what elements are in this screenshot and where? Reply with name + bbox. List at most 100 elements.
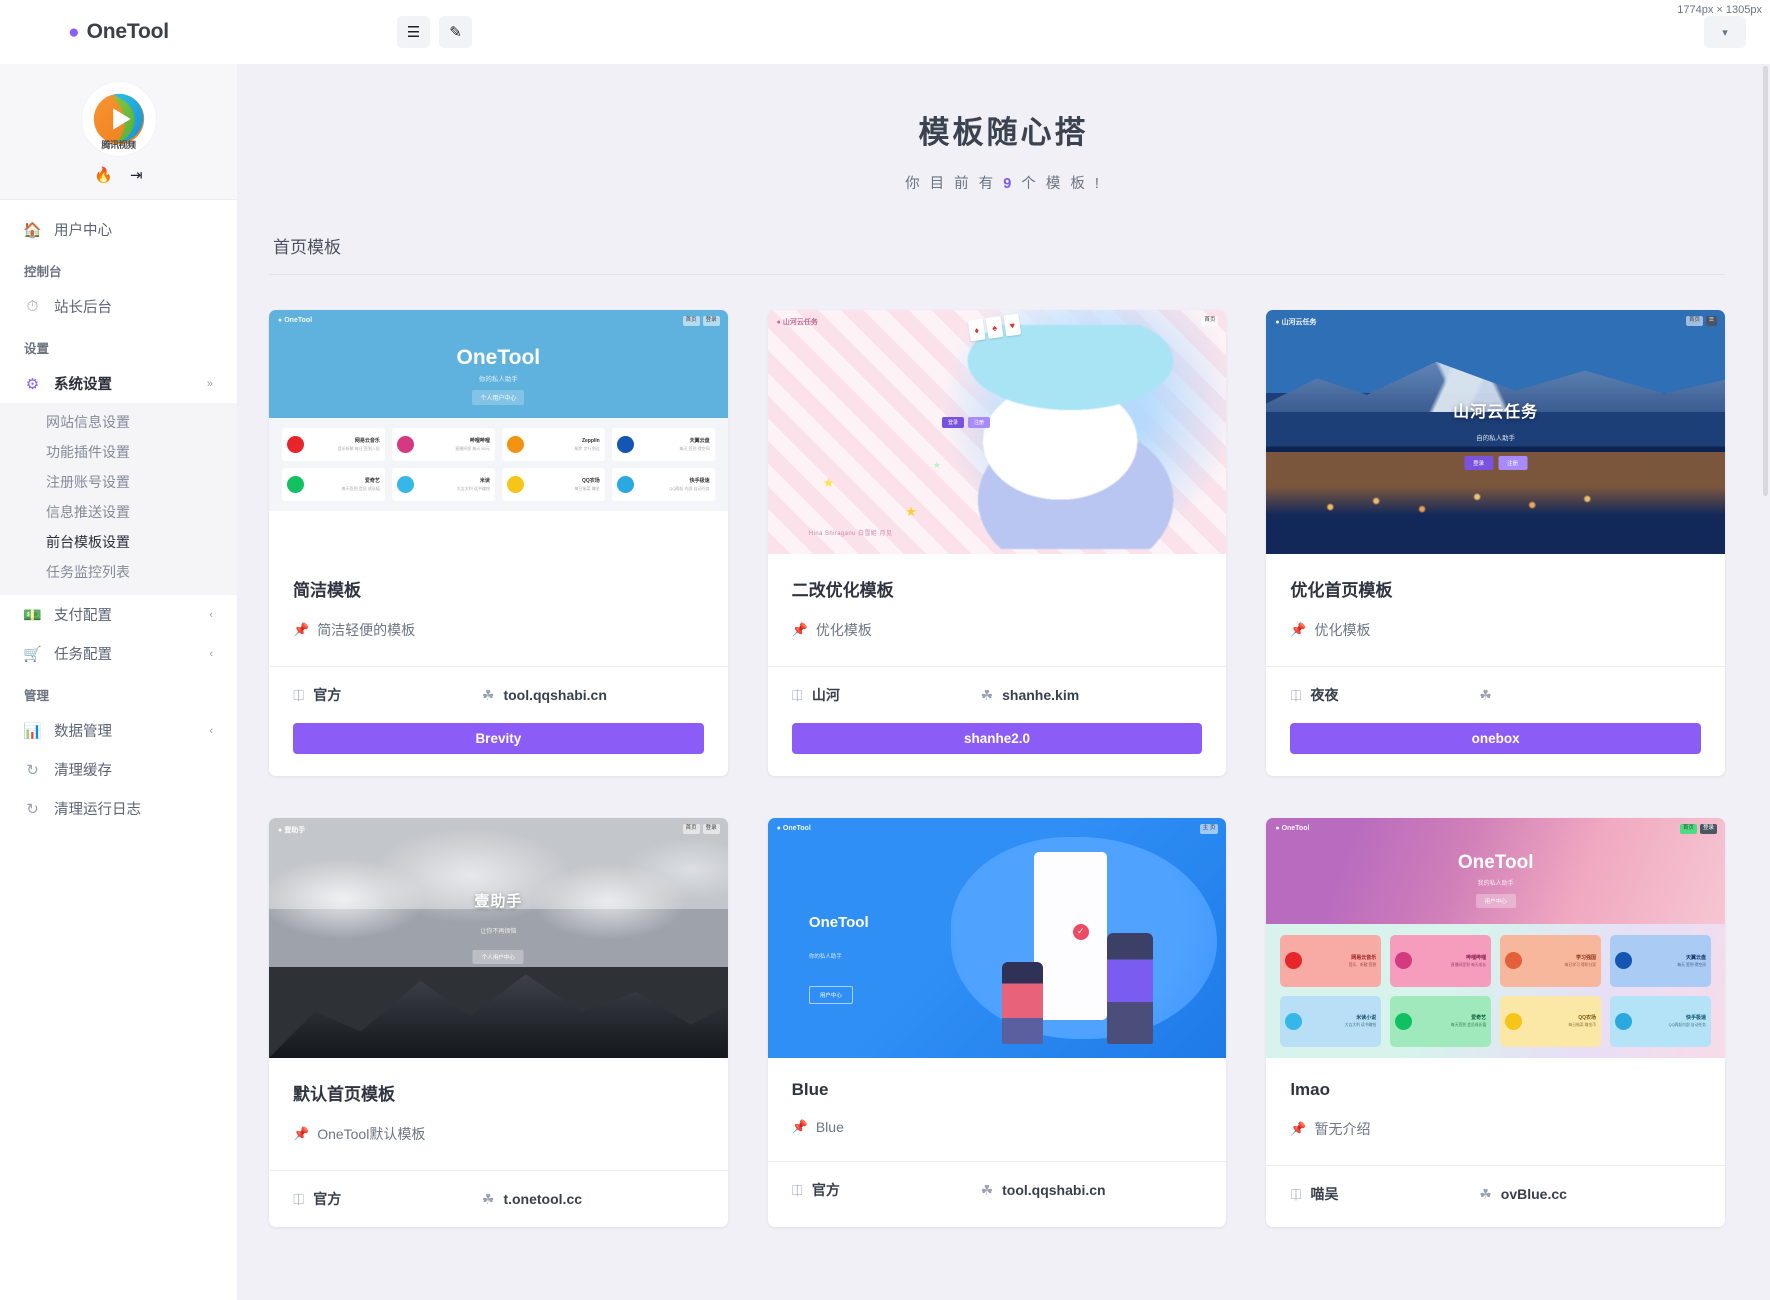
template-domain-text: t.onetool.cc xyxy=(503,1191,583,1207)
sidebar-item-user-center[interactable]: 🏠 用户中心 xyxy=(0,210,237,249)
bar-chart-icon: 📊 xyxy=(23,722,42,740)
template-description: 📌 优化模板 xyxy=(1290,620,1701,640)
user-icon: ⎅ xyxy=(293,1190,305,1207)
template-domain-text: tool.qqshabi.cn xyxy=(1002,1182,1106,1198)
template-description-text: 优化模板 xyxy=(815,622,872,638)
template-author: ⎅ 夜夜 xyxy=(1290,685,1479,705)
window-size-label: 1774px × 1305px xyxy=(1677,4,1762,16)
template-card[interactable]: ● 壹助手 首页 登录 壹助手 让你不再烦恼 个人用户中心 默认首页模板 📌 O… xyxy=(269,818,728,1227)
sidebar-subitem-frontend-template[interactable]: 前台模板设置 xyxy=(0,527,237,557)
logout-icon[interactable]: ⇥ xyxy=(130,168,143,183)
tile-title: 学习强国 xyxy=(1576,954,1597,961)
template-thumbnail: ● 壹助手 首页 登录 壹助手 让你不再烦恼 个人用户中心 xyxy=(269,818,728,1058)
sidebar-subitem-push[interactable]: 信息推送设置 xyxy=(0,497,237,527)
thumb-brand-label: ● 壹助手 xyxy=(278,825,305,835)
template-card[interactable]: ● 山河云任务 首页 ☰ 山河云任务 自的私人助手 登录 注册 优化首页模板 📌… xyxy=(1266,310,1725,776)
thumb-brand-text: OneTool xyxy=(1281,825,1310,832)
brand-logo[interactable]: ● OneTool xyxy=(0,0,237,64)
template-card[interactable]: ♦ ♠ ♥ ★ ★ ★ ● 山河云任务 首页 登录 注册 Hina Shirag… xyxy=(767,310,1227,776)
tile-title: 爱奇艺 xyxy=(1471,1015,1487,1022)
profile-actions: 🔥 ⇥ xyxy=(94,168,142,183)
tile-sub: 每日偷菜 赚金币 xyxy=(1568,1023,1597,1028)
sidebar-subitem-task-monitor[interactable]: 任务监控列表 xyxy=(0,557,237,587)
sidebar-item-admin-console[interactable]: ⏱ 站长后台 xyxy=(0,287,237,326)
template-author: ⎅ 官方 xyxy=(293,685,482,705)
sidebar-subitem-site-info[interactable]: 网站信息设置 xyxy=(0,407,237,437)
template-domain: ☘ shanhe.kim xyxy=(981,687,1203,704)
star-icon: ★ xyxy=(905,503,917,519)
thumb-phone xyxy=(1033,851,1108,1020)
dashboard-icon: ⏱ xyxy=(26,298,39,315)
chevron-left-icon: ‹ xyxy=(209,724,213,737)
thumb-tile: 网易云音乐 音乐听歌 每日 签到人民 xyxy=(282,428,385,461)
app-root: 1774px × 1305px ● OneTool ☰ ✎ ▾ 腾讯视频 🔥 ⇥… xyxy=(0,0,1770,1300)
tile-sub: QQ两起内部 自动任务 xyxy=(1668,1023,1706,1028)
flame-icon[interactable]: 🔥 xyxy=(94,168,113,183)
thumb-nav-chips: 首页 登录 xyxy=(682,316,720,326)
thumb-cta-button: 用户中心 xyxy=(1475,894,1516,908)
thumb-title: 山河云任务 xyxy=(1453,403,1539,421)
sidebar-item-system-settings[interactable]: ⚙ 系统设置 » xyxy=(0,364,237,403)
avatar-caption: 腾讯视频 xyxy=(101,140,136,150)
tile-sub: 每日学习 得积分奖 xyxy=(1564,962,1597,967)
sidebar-item-clear-cache[interactable]: ↻ 清理缓存 xyxy=(0,750,237,789)
page-scrollbar[interactable] xyxy=(1763,66,1768,496)
template-thumbnail: ● OneTool 首页 登录 OneTool 我的私人助手 用户中心 网易云音… xyxy=(1266,818,1725,1058)
template-card-body: 二改优化模板 📌 优化模板 xyxy=(768,554,1227,666)
count-suffix: 个 模 板 ! xyxy=(1014,176,1102,192)
template-card[interactable]: ✓ ● OneTool 主 页 OneTool 你的私人助手 用户中心 Blue… xyxy=(767,818,1227,1227)
sidebar-item-label: 支付配置 xyxy=(54,608,112,624)
template-meta: ⎅ 山河 ☘ shanhe.kim xyxy=(767,666,1227,723)
use-template-button[interactable]: onebox xyxy=(1290,723,1701,754)
thumb-brand-label: ● 山河云任务 xyxy=(777,317,818,327)
sidebar-item-label: 清理缓存 xyxy=(54,763,112,779)
tile-sub: 音乐、听歌 签到 xyxy=(1348,962,1377,967)
sidebar-item-payment-config[interactable]: 💵 支付配置 ‹ xyxy=(0,595,237,634)
section-title: 首页模板 xyxy=(273,238,341,257)
thumb-brand-text: 山河云任务 xyxy=(782,319,818,326)
user-icon: ⎅ xyxy=(293,686,305,703)
user-profile-block: 腾讯视频 🔥 ⇥ xyxy=(0,64,237,200)
thumb-nav-chips: 首页 登录 xyxy=(1679,824,1717,834)
ribbon-icon: ☘ xyxy=(481,1190,495,1207)
template-card[interactable]: ● OneTool 首页 登录 OneTool 我的私人助手 用户中心 网易云音… xyxy=(1266,818,1725,1227)
sidebar: 腾讯视频 🔥 ⇥ 🏠 用户中心 控制台 ⏱ 站长后台 设置 ⚙ 系统设置 » 网… xyxy=(0,64,237,1300)
template-thumbnail: ● 山河云任务 首页 ☰ 山河云任务 自的私人助手 登录 注册 xyxy=(1266,310,1725,554)
tile-sub: 大吉大利 读书赚钱 xyxy=(1344,1023,1377,1028)
thumb-tile: 哔哩哔哩 直播间签 每天 80元 xyxy=(391,428,495,461)
use-template-button[interactable]: shanhe2.0 xyxy=(791,723,1203,754)
template-domain: ☘ tool.qqshabi.cn xyxy=(981,1182,1203,1199)
hamburger-menu-icon[interactable]: ☰ xyxy=(397,16,430,48)
sidebar-subitem-plugins[interactable]: 功能插件设置 xyxy=(0,437,237,467)
language-select[interactable]: ▾ xyxy=(1704,16,1746,48)
tile-title: 哔哩哔哩 xyxy=(469,438,490,444)
tile-sub: 每日偷菜 赚金 xyxy=(574,486,600,491)
template-domain: ☘ xyxy=(1479,687,1701,704)
use-template-button[interactable]: Brevity xyxy=(293,723,704,754)
thumb-brand-text: 壹助手 xyxy=(284,827,306,834)
sidebar-item-data-management[interactable]: 📊 数据管理 ‹ xyxy=(0,711,237,750)
count-value: 9 xyxy=(1003,176,1015,192)
thumb-nav-chips: 首页 登录 xyxy=(682,824,720,834)
thumb-hero: ● OneTool 首页 登录 OneTool 你的私人助手 个人用户中心 xyxy=(269,310,728,418)
sidebar-item-task-config[interactable]: 🛒 任务配置 ‹ xyxy=(0,634,237,673)
template-count-text: 你 目 前 有 9 个 模 板 ! xyxy=(237,172,1770,193)
template-card-body: 默认首页模板 📌 OneTool默认模板 xyxy=(269,1058,728,1170)
gear-icon: ⚙ xyxy=(25,375,40,393)
thumb-chip: 主 页 xyxy=(1199,824,1219,834)
paint-brush-icon[interactable]: ✎ xyxy=(439,16,472,48)
template-card[interactable]: ● OneTool 首页 登录 OneTool 你的私人助手 个人用户中心 网易… xyxy=(269,310,728,776)
sidebar-item-clear-logs[interactable]: ↻ 清理运行日志 xyxy=(0,789,237,828)
thumb-art-lake: ● 山河云任务 首页 ☰ 山河云任务 自的私人助手 登录 注册 xyxy=(1266,310,1725,554)
brand-name: OneTool xyxy=(86,20,169,43)
sidebar-group-management: 管理 xyxy=(24,689,50,703)
template-description: 📌 优化模板 xyxy=(792,620,1203,640)
thumb-chip: 首页 xyxy=(1686,316,1704,326)
avatar[interactable]: 腾讯视频 xyxy=(81,82,156,156)
thumb-menu-icon: ☰ xyxy=(1706,316,1717,326)
tile-title: 哔哩哔哩 xyxy=(1466,954,1487,961)
thumb-hero: ● OneTool 首页 登录 OneTool 我的私人助手 用户中心 xyxy=(1266,818,1725,924)
template-grid: ● OneTool 首页 登录 OneTool 你的私人助手 个人用户中心 网易… xyxy=(269,275,1725,1227)
template-thumbnail: ✓ ● OneTool 主 页 OneTool 你的私人助手 用户中心 xyxy=(767,818,1227,1058)
sidebar-subitem-register[interactable]: 注册账号设置 xyxy=(0,467,237,497)
